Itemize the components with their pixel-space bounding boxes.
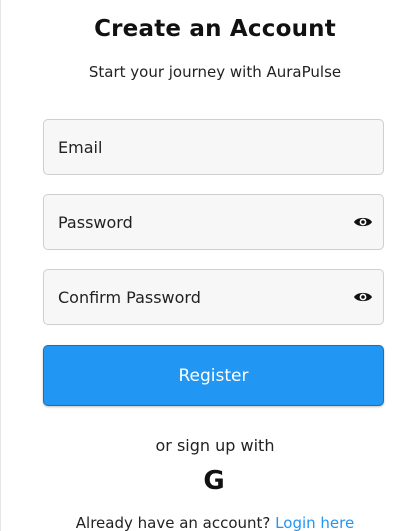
register-button[interactable]: Register xyxy=(43,345,384,406)
email-field-container xyxy=(43,119,384,175)
login-prompt-text: Already have an account? xyxy=(75,514,276,531)
page-subtitle: Start your journey with AuraPulse xyxy=(88,63,342,81)
confirm-password-field-container xyxy=(43,269,384,325)
password-field-container xyxy=(43,194,384,250)
eye-icon[interactable] xyxy=(353,212,373,232)
login-prompt: Already have an account? Login here xyxy=(0,514,406,531)
confirm-password-field[interactable] xyxy=(44,270,383,324)
password-field[interactable] xyxy=(44,195,383,249)
eye-icon[interactable] xyxy=(353,287,373,307)
login-link[interactable]: Login here xyxy=(275,514,354,531)
page-title: Create an Account xyxy=(94,16,336,42)
email-field[interactable] xyxy=(44,120,383,174)
google-icon[interactable]: G xyxy=(196,464,232,498)
social-signup-label: or sign up with xyxy=(155,436,275,455)
register-page: Create an Account Start your journey wit… xyxy=(0,0,406,531)
